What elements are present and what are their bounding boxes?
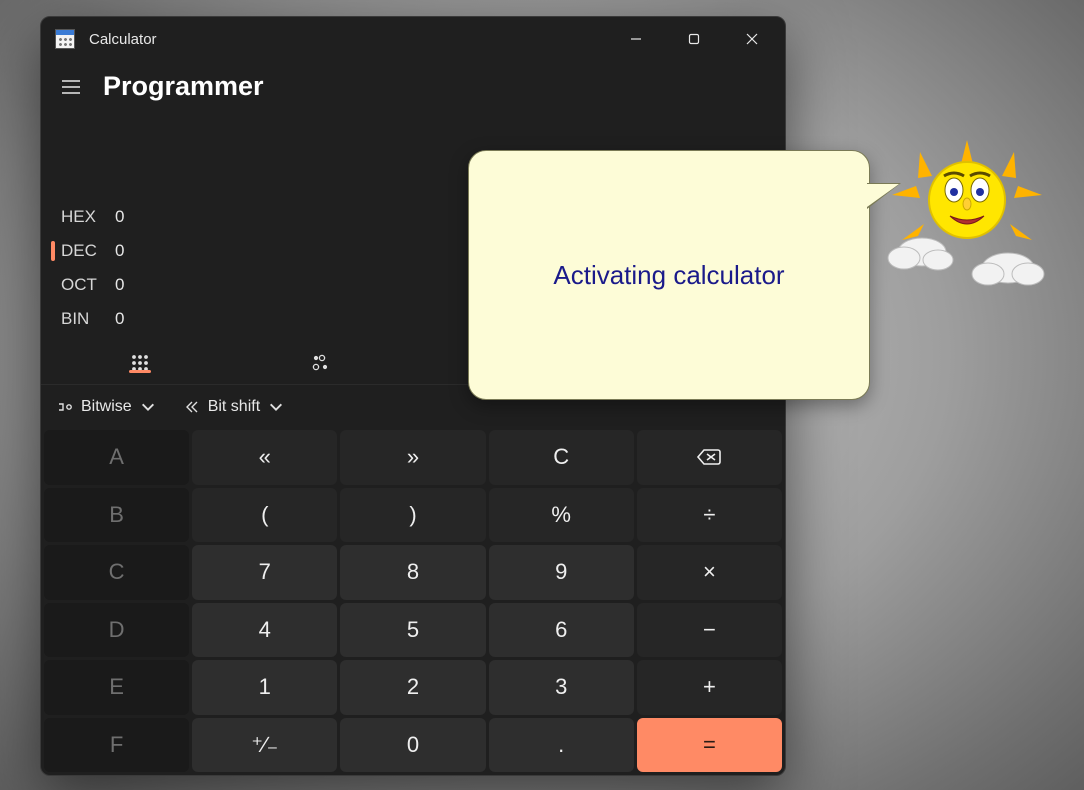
key-divide[interactable]: ÷ <box>637 488 782 543</box>
key-negate[interactable]: ⁺∕₋ <box>192 718 337 773</box>
key-equals[interactable]: = <box>637 718 782 773</box>
key-1[interactable]: 1 <box>192 660 337 715</box>
base-bin-value: 0 <box>115 309 124 329</box>
bit-keypad-toggle[interactable] <box>231 354 413 372</box>
base-dec-label: DEC <box>61 241 115 261</box>
minimize-button[interactable] <box>607 17 665 61</box>
key-4[interactable]: 4 <box>192 603 337 658</box>
base-oct-label: OCT <box>61 275 115 295</box>
key-multiply[interactable]: × <box>637 545 782 600</box>
keypad: A « » C B ( ) % ÷ C 7 8 9 × D 4 5 6 − E … <box>41 427 785 775</box>
key-6[interactable]: 6 <box>489 603 634 658</box>
key-e[interactable]: E <box>44 660 189 715</box>
key-lparen[interactable]: ( <box>192 488 337 543</box>
calculator-app-icon <box>55 29 75 49</box>
bitshift-label: Bit shift <box>208 398 260 416</box>
base-hex-label: HEX <box>61 207 115 227</box>
key-mod[interactable]: % <box>489 488 634 543</box>
assistant-sun-character <box>882 140 1052 300</box>
mode-row: Programmer <box>41 61 785 108</box>
key-3[interactable]: 3 <box>489 660 634 715</box>
base-dec-value: 0 <box>115 241 124 261</box>
key-5[interactable]: 5 <box>340 603 485 658</box>
key-add[interactable]: + <box>637 660 782 715</box>
key-c-hex[interactable]: C <box>44 545 189 600</box>
key-backspace[interactable] <box>637 430 782 485</box>
key-rparen[interactable]: ) <box>340 488 485 543</box>
key-a[interactable]: A <box>44 430 189 485</box>
chevron-down-icon <box>268 399 284 415</box>
key-subtract[interactable]: − <box>637 603 782 658</box>
key-0[interactable]: 0 <box>340 718 485 773</box>
bitshift-dropdown[interactable]: Bit shift <box>184 398 284 416</box>
base-hex-value: 0 <box>115 207 124 227</box>
key-2[interactable]: 2 <box>340 660 485 715</box>
key-b[interactable]: B <box>44 488 189 543</box>
key-right-shift[interactable]: » <box>340 430 485 485</box>
bitwise-dropdown[interactable]: Bitwise <box>57 398 156 416</box>
mode-title: Programmer <box>103 71 264 102</box>
window-controls <box>607 17 781 61</box>
key-clear[interactable]: C <box>489 430 634 485</box>
close-button[interactable] <box>723 17 781 61</box>
assistant-speech-bubble: Activating calculator <box>468 150 870 400</box>
key-d[interactable]: D <box>44 603 189 658</box>
full-keypad-toggle[interactable] <box>49 354 231 372</box>
key-decimal[interactable]: . <box>489 718 634 773</box>
bitwise-label: Bitwise <box>81 398 132 416</box>
window-title: Calculator <box>89 31 157 48</box>
menu-button[interactable] <box>57 73 85 101</box>
key-left-shift[interactable]: « <box>192 430 337 485</box>
key-8[interactable]: 8 <box>340 545 485 600</box>
titlebar: Calculator <box>41 17 785 61</box>
key-9[interactable]: 9 <box>489 545 634 600</box>
key-7[interactable]: 7 <box>192 545 337 600</box>
key-f[interactable]: F <box>44 718 189 773</box>
assistant-message: Activating calculator <box>553 260 784 291</box>
maximize-button[interactable] <box>665 17 723 61</box>
base-oct-value: 0 <box>115 275 124 295</box>
base-bin-label: BIN <box>61 309 115 329</box>
chevron-down-icon <box>140 399 156 415</box>
